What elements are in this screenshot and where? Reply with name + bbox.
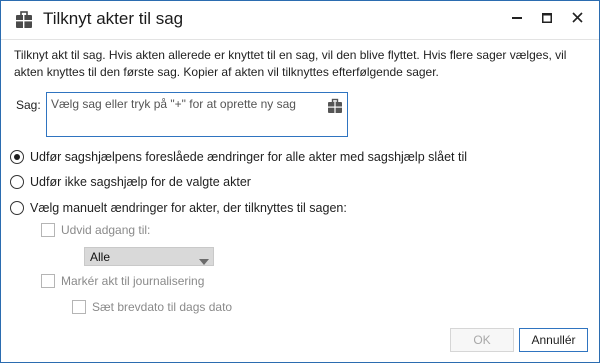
close-icon	[571, 12, 583, 26]
cancel-button[interactable]: Annullér	[519, 328, 588, 352]
checkbox[interactable]	[41, 223, 55, 237]
radio-label: Vælg manuelt ændringer for akter, der ti…	[30, 201, 347, 215]
radio-option-skip-help[interactable]: Udfør ikke sagshjælp for de valgte akter	[10, 175, 251, 189]
radio-option-manual[interactable]: Vælg manuelt ændringer for akter, der ti…	[10, 201, 347, 215]
radio-label: Udfør ikke sagshjælp for de valgte akter	[30, 175, 251, 189]
briefcase-icon	[15, 11, 33, 29]
radio-option-apply-suggested[interactable]: Udfør sagshjælpens foreslåede ændringer …	[10, 150, 467, 164]
sag-field[interactable]	[46, 92, 348, 137]
title-separator	[1, 39, 599, 40]
dialog-window: Tilknyt akter til sag Tilknyt akt til sa…	[0, 0, 600, 363]
radio-label: Udfør sagshjælpens foreslåede ændringer …	[30, 150, 468, 164]
adgang-select-value: Alle	[90, 250, 111, 264]
minimize-button[interactable]	[504, 7, 530, 31]
checkbox-label: Udvid adgang til:	[61, 223, 151, 237]
minimize-icon	[512, 12, 522, 26]
close-button[interactable]	[564, 7, 590, 31]
radio-button-checked[interactable]	[10, 150, 24, 164]
sag-label: Sag:	[16, 98, 41, 112]
dropdown-arrow-icon	[199, 254, 209, 265]
case-picker-icon[interactable]	[327, 98, 343, 114]
checkbox[interactable]	[72, 300, 86, 314]
checkbox-label: Sæt brevdato til dags dato	[92, 300, 233, 314]
dialog-description: Tilknyt akt til sag. Hvis akten allerede…	[14, 48, 567, 79]
maximize-button[interactable]	[534, 7, 560, 31]
checkbox-udvid-adgang[interactable]: Udvid adgang til:	[41, 223, 150, 237]
adgang-select[interactable]: Alle	[84, 247, 214, 266]
maximize-icon	[542, 12, 552, 26]
sag-input[interactable]	[51, 97, 316, 111]
radio-button[interactable]	[10, 201, 24, 215]
checkbox-journalisering[interactable]: Markér akt til journalisering	[41, 274, 204, 288]
checkbox-label: Markér akt til journalisering	[61, 274, 205, 288]
checkbox[interactable]	[41, 274, 55, 288]
ok-button[interactable]: OK	[450, 328, 514, 352]
checkbox-brevdato[interactable]: Sæt brevdato til dags dato	[72, 300, 232, 314]
radio-button[interactable]	[10, 175, 24, 189]
dialog-title: Tilknyt akter til sag	[43, 9, 184, 28]
title-bar: Tilknyt akter til sag	[1, 1, 599, 39]
